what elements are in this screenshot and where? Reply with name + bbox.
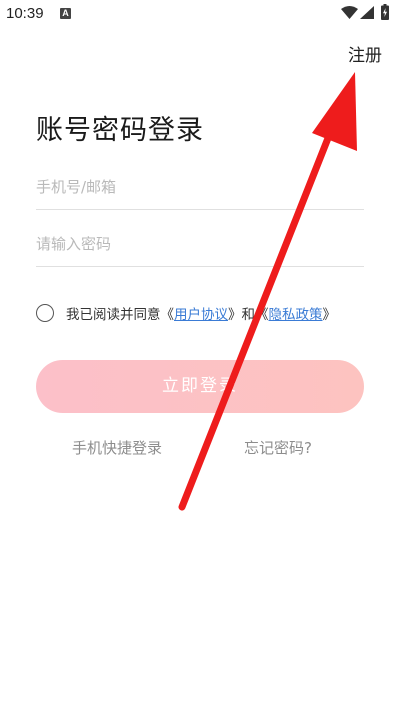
account-field xyxy=(36,165,364,210)
forgot-password-link[interactable]: 忘记密码? xyxy=(244,437,312,458)
page-title: 账号密码登录 xyxy=(36,115,204,146)
quick-login-link[interactable]: 手机快捷登录 xyxy=(72,437,162,458)
bracket-close: 》 xyxy=(322,307,337,323)
wifi-icon xyxy=(341,6,358,19)
status-bar: 10:39 A xyxy=(0,0,400,28)
status-time: 10:39 xyxy=(6,5,44,22)
password-field xyxy=(36,222,364,267)
annotation-arrow-icon xyxy=(178,72,357,511)
login-screen: 10:39 A 注册 账号密码登录 我已阅读并同意 《 用户协议 》 和 《 隐… xyxy=(0,0,400,710)
battery-charging-icon xyxy=(381,4,389,20)
agreement-row: 我已阅读并同意 《 用户协议 》 和 《 隐私政策 》 xyxy=(36,302,336,324)
user-agreement-link[interactable]: 用户协议 xyxy=(174,303,228,323)
signal-icon xyxy=(360,6,374,19)
login-button[interactable]: 立即登录 xyxy=(36,360,364,413)
agreement-conjunction: 和 xyxy=(241,307,256,323)
register-link[interactable]: 注册 xyxy=(348,41,382,66)
agreement-prefix: 我已阅读并同意 xyxy=(66,307,161,323)
bracket-open: 《 xyxy=(160,307,175,323)
privacy-policy-link[interactable]: 隐私政策 xyxy=(269,303,323,323)
notification-a-icon: A xyxy=(60,8,71,19)
bracket-close: 》 xyxy=(228,307,242,323)
agreement-checkbox[interactable] xyxy=(36,304,54,322)
bracket-open: 《 xyxy=(255,307,269,323)
account-input[interactable] xyxy=(36,165,364,209)
password-input[interactable] xyxy=(36,222,364,266)
